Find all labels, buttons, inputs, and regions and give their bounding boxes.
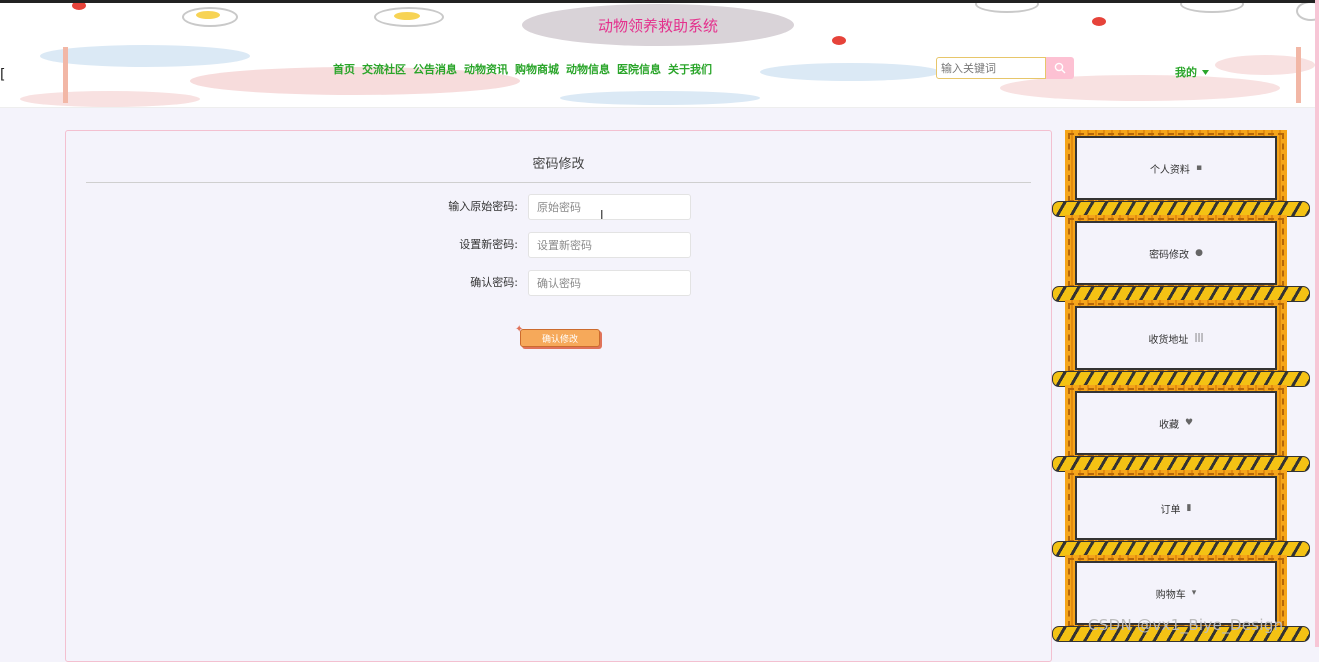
strawberry-decoration: [1092, 17, 1106, 26]
sidebar-item-password[interactable]: 密码修改 ●: [1065, 215, 1287, 290]
egg-decoration: [196, 11, 220, 19]
site-header: 动物领养救助系统 [ 首页 交流社区 公告消息 动物资讯 购物商城 动物信息 医…: [0, 3, 1315, 108]
nav-item-animal-info[interactable]: 动物信息: [566, 61, 610, 77]
sidebar-item-address[interactable]: 收货地址 |||: [1065, 300, 1287, 375]
nav-item-home[interactable]: 首页: [333, 61, 355, 77]
user-icon: ●: [1195, 248, 1203, 258]
nav-item-hospital-info[interactable]: 医院信息: [617, 61, 661, 77]
new-password-label: 设置新密码:: [459, 238, 518, 251]
chevron-down-icon: [1202, 69, 1209, 75]
main-nav: 首页 交流社区 公告消息 动物资讯 购物商城 动物信息 医院信息 关于我们: [333, 61, 712, 77]
egg-decoration: [1180, 3, 1244, 13]
egg-decoration: [1296, 3, 1315, 21]
sidebar-item-profile[interactable]: 个人资料 ▪: [1065, 130, 1287, 205]
sidebar-item-inner: 订单 ▮: [1075, 476, 1277, 540]
sidebar-item-label: 密码修改: [1149, 249, 1190, 261]
form-row-new-password: 设置新密码:: [66, 232, 1051, 258]
cloud-decoration: [760, 63, 940, 81]
briefcase-icon: ▪: [1195, 163, 1203, 173]
cloud-decoration: [560, 91, 760, 105]
site-title: 动物领养救助系统: [522, 4, 794, 46]
clipped-text: [: [0, 67, 6, 83]
sidebar-item-label: 收货地址: [1148, 334, 1189, 346]
nav-item-announcements[interactable]: 公告消息: [413, 61, 457, 77]
heart-icon: ♥: [1184, 418, 1194, 428]
star-icon: ✦: [515, 324, 524, 335]
pole-decoration: [63, 47, 68, 103]
sidebar-item-orders[interactable]: 订单 ▮: [1065, 470, 1287, 545]
confirm-password-label: 确认密码:: [470, 276, 518, 289]
search-icon: [1054, 62, 1066, 74]
form-row-confirm-password: 确认密码:: [66, 270, 1051, 296]
my-account-label: 我的: [1175, 66, 1197, 79]
watermark: CSDN @vx1_Biye_Design: [1088, 616, 1284, 634]
search-button[interactable]: [1046, 57, 1074, 79]
cloud-decoration: [20, 91, 200, 107]
strawberry-decoration: [72, 3, 86, 10]
egg-decoration: [975, 3, 1039, 13]
sidebar-item-inner: 个人资料 ▪: [1075, 136, 1277, 200]
nav-item-shop[interactable]: 购物商城: [515, 61, 559, 77]
submit-area: 确认修改 ✦: [515, 324, 604, 352]
search-input[interactable]: [936, 57, 1046, 79]
egg-decoration: [394, 12, 420, 20]
sidebar-item-inner: 密码修改 ●: [1075, 221, 1277, 285]
new-password-input[interactable]: [528, 232, 691, 258]
strawberry-decoration: [832, 36, 846, 45]
sidebar-item-label: 订单: [1160, 504, 1181, 516]
password-change-panel: 密码修改 输入原始密码: 设置新密码: 确认密码: 确认修改 ✦: [65, 130, 1052, 662]
my-account-menu[interactable]: 我的: [1175, 64, 1209, 80]
text-cursor-icon: I: [600, 208, 604, 222]
nav-item-forum[interactable]: 交流社区: [362, 61, 406, 77]
sidebar-item-label: 收藏: [1158, 419, 1179, 431]
pole-decoration: [1296, 47, 1301, 103]
cart-icon: ▾: [1191, 588, 1197, 598]
confirm-password-input[interactable]: [528, 270, 691, 296]
cloud-decoration: [40, 45, 250, 67]
sidebar-item-inner: 收货地址 |||: [1075, 306, 1277, 370]
search-box: [936, 57, 1074, 79]
sidebar-item-favorites[interactable]: 收藏 ♥: [1065, 385, 1287, 460]
divider: [86, 182, 1031, 183]
window-right-edge: [1315, 0, 1319, 647]
sidebar-item-inner: 收藏 ♥: [1075, 391, 1277, 455]
sidebar-item-label: 购物车: [1155, 589, 1186, 601]
document-icon: ▮: [1186, 503, 1192, 513]
sidebar-item-label: 个人资料: [1149, 164, 1190, 176]
old-password-label: 输入原始密码:: [448, 200, 518, 213]
nav-item-about[interactable]: 关于我们: [668, 61, 712, 77]
nav-item-animal-news[interactable]: 动物资讯: [464, 61, 508, 77]
page-title: 密码修改: [532, 157, 585, 172]
confirm-change-button[interactable]: 确认修改: [520, 329, 600, 347]
barcode-icon: |||: [1194, 333, 1204, 343]
old-password-input[interactable]: [528, 194, 691, 220]
form-row-old-password: 输入原始密码:: [66, 194, 1051, 220]
